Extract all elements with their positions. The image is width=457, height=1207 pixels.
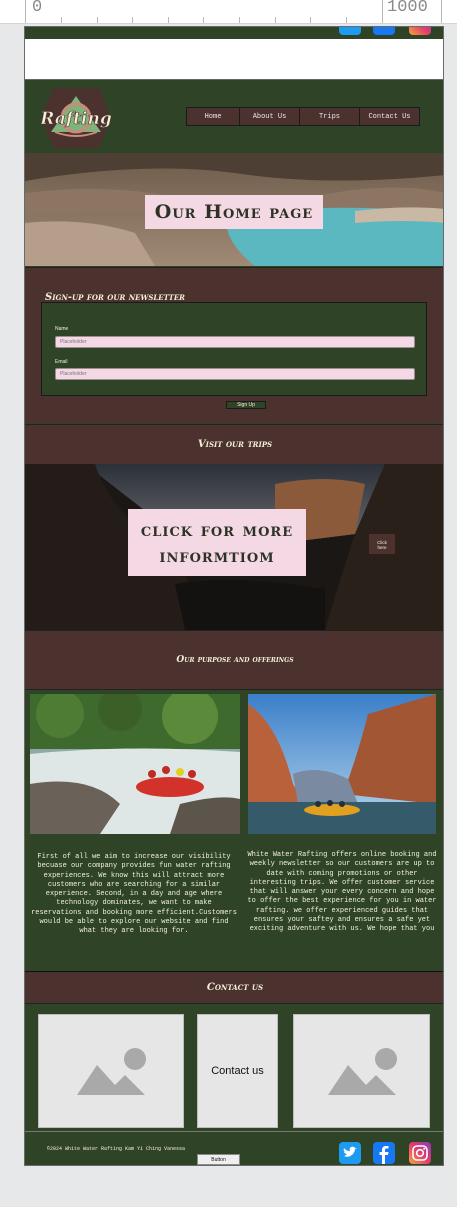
contact-heading: Contact us [25, 971, 443, 1003]
ruler-tick [239, 17, 240, 23]
twitter-icon[interactable] [339, 1142, 361, 1164]
hero-banner: Our Home page [25, 153, 443, 266]
name-label: Name [55, 326, 69, 332]
ruler-tick [310, 17, 311, 23]
nav-trips[interactable]: Trips [299, 108, 359, 125]
ruler-tick [61, 17, 62, 23]
ruler-tick [168, 17, 169, 23]
page-frame: Rafting Home About Us Trips Contact Us O… [24, 26, 444, 1166]
canyon-raft-photo-right [248, 694, 436, 834]
name-input[interactable] [55, 336, 415, 348]
site-footer: ©2024 White Water Rafting Kam Yi Ching V… [25, 1131, 443, 1165]
click-here-line2: here [377, 545, 387, 550]
nav-about-us[interactable]: About Us [239, 108, 299, 125]
hero-title: Our Home page [145, 195, 323, 229]
footer-button[interactable]: Button [197, 1154, 240, 1165]
previous-footer-stub [25, 27, 443, 39]
purpose-right-text: White Water Rafting offers online bookin… [247, 851, 437, 934]
trips-banner-title: click for more informtiom [128, 509, 306, 576]
email-input[interactable] [55, 368, 415, 380]
twitter-icon[interactable] [339, 27, 361, 35]
newsletter-form: Name Email [41, 302, 427, 396]
trips-banner[interactable]: click for more informtiom Click here [25, 464, 443, 630]
instagram-icon[interactable] [409, 1142, 431, 1164]
rafting-photo-left [30, 694, 240, 834]
image-placeholder-right [293, 1014, 430, 1128]
ruler-tick [382, 0, 383, 23]
blank-band [25, 39, 443, 79]
ruler-left-label: 0 [32, 0, 43, 17]
newsletter-section: Sign-up for our newsletter Name Email Si… [25, 267, 443, 423]
facebook-icon[interactable] [373, 1142, 395, 1164]
contact-section: Contact us [25, 1003, 443, 1131]
purpose-heading: Our purpose and offerings [25, 630, 443, 689]
main-nav: Home About Us Trips Contact Us [186, 107, 420, 126]
nav-home[interactable]: Home [187, 108, 239, 125]
purpose-left-text: First of all we aim to increase our visi… [31, 853, 237, 936]
click-here-button[interactable]: Click here [368, 533, 396, 555]
ruler-tick [275, 17, 276, 23]
ruler: 0 1000 [0, 0, 457, 24]
ruler-tick [441, 0, 442, 23]
logo-text: Rafting [41, 109, 111, 129]
ruler-tick [97, 17, 98, 23]
trips-heading: Visit our trips [25, 424, 443, 464]
ruler-right-label: 1000 [387, 0, 428, 17]
trips-banner-line1: click for more [140, 519, 294, 541]
ruler-tick [25, 0, 26, 23]
image-placeholder-icon [77, 1048, 146, 1095]
site-header: Rafting Home About Us Trips Contact Us [25, 79, 443, 153]
email-label: Email [55, 359, 68, 365]
trips-banner-line2: informtiom [159, 545, 275, 567]
contact-card[interactable]: Contact us [197, 1014, 278, 1128]
image-placeholder-icon [328, 1048, 397, 1095]
sign-up-button[interactable]: Sign Up [226, 401, 266, 409]
purpose-section: First of all we aim to increase our visi… [25, 689, 443, 971]
facebook-icon[interactable] [373, 27, 395, 35]
image-placeholder-left [38, 1014, 184, 1128]
instagram-icon[interactable] [409, 27, 431, 35]
nav-contact-us[interactable]: Contact Us [359, 108, 419, 125]
ruler-tick [132, 17, 133, 23]
copyright-text: ©2024 White Water Rafting Kam Yi Ching V… [47, 1146, 186, 1152]
rafting-logo[interactable]: Rafting [41, 88, 111, 148]
ruler-tick [346, 17, 347, 23]
ruler-tick [203, 17, 204, 23]
